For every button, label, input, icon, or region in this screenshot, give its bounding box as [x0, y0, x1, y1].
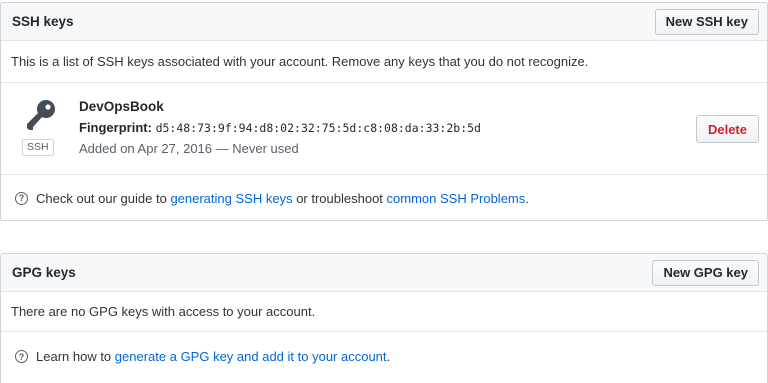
delete-ssh-key-button[interactable]: Delete [695, 115, 759, 143]
new-gpg-key-button[interactable]: New GPG key [652, 259, 759, 286]
ssh-keys-panel: SSH keys New SSH key This is a list of S… [0, 2, 768, 221]
ssh-key-fingerprint: Fingerprint: d5:48:73:9f:94:d8:02:32:75:… [79, 119, 481, 137]
ssh-key-added-date: Added on Apr 27, 2016 — Never used [79, 141, 299, 156]
ssh-keys-intro: This is a list of SSH keys associated wi… [1, 41, 767, 83]
question-circle-icon: ? [15, 350, 28, 363]
ssh-keys-header: SSH keys New SSH key [1, 3, 767, 41]
gpg-help-row: ? Learn how to generate a GPG key and ad… [1, 332, 767, 381]
gpg-help-suffix: . [386, 349, 391, 364]
key-icon [21, 99, 61, 134]
ssh-key-details: DevOpsBook Fingerprint: d5:48:73:9f:94:d… [79, 98, 481, 157]
ssh-key-title: DevOpsBook [79, 99, 164, 114]
new-ssh-key-button[interactable]: New SSH key [654, 8, 759, 35]
ssh-help-suffix: . [525, 190, 529, 206]
generate-gpg-key-link[interactable]: generate a GPG key and add it to your ac… [115, 349, 387, 364]
ssh-help-prefix: Check out our guide to [36, 190, 167, 206]
ssh-key-item: SSH DevOpsBook Fingerprint: d5:48:73:9f:… [1, 83, 767, 175]
ssh-keys-intro-text: This is a list of SSH keys associated wi… [11, 54, 589, 69]
gpg-empty-text: There are no GPG keys with access to you… [11, 304, 316, 319]
question-circle-icon: ? [15, 191, 28, 205]
gpg-keys-title: GPG keys [12, 265, 76, 280]
ssh-help-row: ? Check out our guide to generating SSH … [1, 175, 767, 221]
gpg-empty-state: There are no GPG keys with access to you… [1, 292, 767, 332]
gpg-keys-header: GPG keys New GPG key [1, 254, 767, 292]
ssh-help-middle: or troubleshoot [296, 190, 383, 206]
fingerprint-value: d5:48:73:9f:94:d8:02:32:75:5d:c8:08:da:3… [155, 121, 481, 135]
generating-ssh-keys-link[interactable]: generating SSH keys [170, 191, 292, 206]
fingerprint-label: Fingerprint: [79, 120, 152, 135]
ssh-key-type-badge: SSH [22, 139, 54, 156]
gpg-keys-panel: GPG keys New GPG key There are no GPG ke… [0, 253, 768, 383]
ssh-keys-title: SSH keys [12, 14, 74, 29]
gpg-help-prefix: Learn how to [36, 349, 112, 364]
common-ssh-problems-link[interactable]: common SSH Problems [387, 191, 526, 206]
